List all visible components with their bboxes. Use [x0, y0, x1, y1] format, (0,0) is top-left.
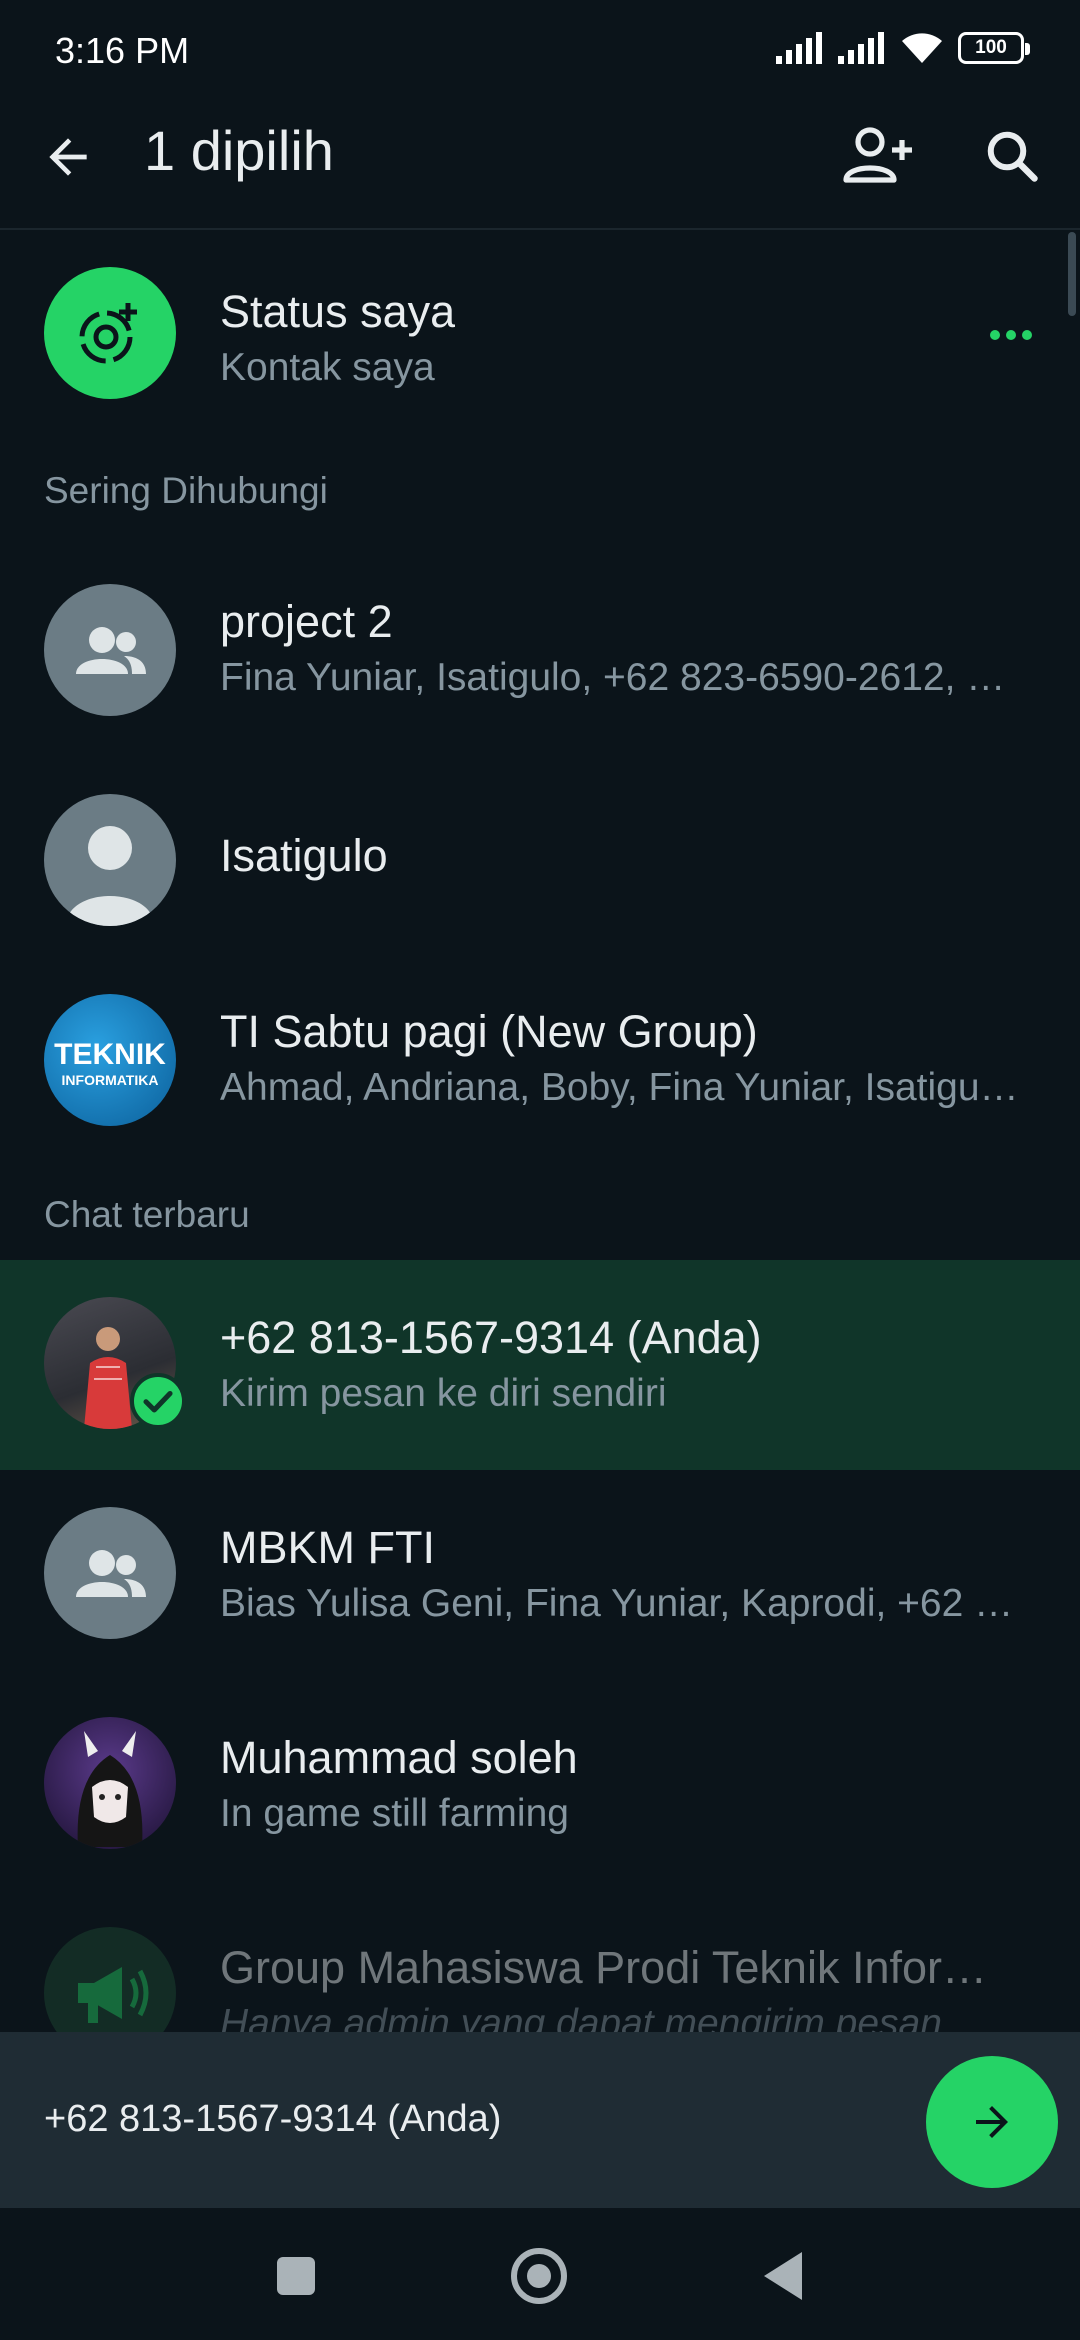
app-bar: 1 dipilih	[0, 96, 1080, 230]
status-time: 3:16 PM	[55, 30, 190, 71]
contact-name: TI Sabtu pagi (New Group)	[220, 1006, 758, 1057]
contact-name: project 2	[220, 596, 393, 647]
group-icon	[76, 1550, 146, 1597]
system-nav-bar	[0, 2208, 1080, 2340]
megaphone-avatar	[44, 1927, 176, 2032]
my-status-row[interactable]: Status saya Kontak saya	[0, 230, 1080, 440]
list-item[interactable]: TEKNIK INFORMATIKA TI Sabtu pagi (New Gr…	[0, 960, 1080, 1170]
send-button[interactable]	[926, 2056, 1058, 2188]
status-icons: 100	[776, 28, 1030, 68]
system-back-button[interactable]	[764, 2252, 802, 2300]
signal-icon	[838, 32, 884, 64]
status-camera-icon	[79, 303, 137, 364]
contact-list[interactable]: Status saya Kontak saya Sering Dihubungi…	[0, 230, 1080, 2032]
anime-avatar	[44, 1717, 176, 1849]
battery-icon: 100	[958, 32, 1030, 64]
contact-name: Isatigulo	[220, 830, 388, 881]
list-item[interactable]: Group Mahasiswa Prodi Teknik Infor… Hany…	[0, 1890, 1080, 2032]
contact-name: MBKM FTI	[220, 1522, 435, 1573]
section-frequent: Sering Dihubungi	[44, 470, 328, 511]
arrow-right-icon	[976, 2106, 1008, 2138]
wifi-icon	[902, 33, 942, 63]
selected-recipients: +62 813-1567-9314 (Anda)	[44, 2098, 502, 2140]
contact-name: +62 813-1567-9314 (Anda)	[220, 1312, 762, 1363]
list-item-selected[interactable]: +62 813-1567-9314 (Anda) Kirim pesan ke …	[0, 1260, 1080, 1470]
status-bar: 3:16 PM 100	[0, 0, 1080, 96]
person-avatar	[44, 794, 176, 926]
list-item[interactable]: Muhammad soleh In game still farming	[0, 1680, 1080, 1890]
page-title: 1 dipilih	[144, 119, 334, 182]
person-icon	[66, 826, 154, 926]
contact-subtitle: Bias Yulisa Geni, Fina Yuniar, Kaprodi, …	[220, 1582, 1014, 1625]
status-avatar	[44, 267, 176, 399]
selection-bar: +62 813-1567-9314 (Anda)	[0, 2032, 1080, 2208]
list-item[interactable]: Isatigulo	[0, 750, 1080, 960]
contact-name: Group Mahasiswa Prodi Teknik Infor…	[220, 1942, 987, 1993]
contact-name: Muhammad soleh	[220, 1732, 578, 1783]
section-recent: Chat terbaru	[44, 1194, 250, 1235]
battery-level: 100	[975, 37, 1007, 58]
my-status-name: Status saya	[220, 286, 456, 337]
anime-avatar-figure	[77, 1731, 143, 1847]
group-avatar	[44, 584, 176, 716]
group-avatar	[44, 1507, 176, 1639]
list-item[interactable]: MBKM FTI Bias Yulisa Geni, Fina Yuniar, …	[0, 1470, 1080, 1680]
contact-subtitle: Ahmad, Andriana, Boby, Fina Yuniar, Isat…	[220, 1066, 1019, 1109]
home-button[interactable]	[511, 2248, 567, 2304]
selected-check-icon	[130, 1373, 186, 1429]
more-options-icon[interactable]	[990, 330, 1032, 340]
contact-subtitle: Kirim pesan ke diri sendiri	[220, 1372, 667, 1415]
contact-subtitle: Hanya admin yang dapat mengirim pesan	[220, 2002, 942, 2032]
list-item[interactable]: project 2 Fina Yuniar, Isatigulo, +62 82…	[0, 540, 1080, 750]
contact-subtitle: In game still farming	[220, 1792, 569, 1835]
back-arrow-icon[interactable]	[40, 129, 96, 185]
search-icon[interactable]	[982, 126, 1042, 186]
contact-subtitle: Fina Yuniar, Isatigulo, +62 823-6590-261…	[220, 656, 1006, 699]
add-contact-icon[interactable]	[842, 124, 914, 188]
scrollbar[interactable]	[1068, 232, 1076, 316]
group-icon	[76, 627, 146, 674]
my-status-subtitle: Kontak saya	[220, 346, 435, 389]
recents-button[interactable]	[277, 2257, 315, 2295]
megaphone-icon	[78, 1967, 149, 2023]
teknik-informatika-logo: TEKNIK INFORMATIKA	[44, 994, 176, 1126]
signal-icon	[776, 32, 822, 64]
